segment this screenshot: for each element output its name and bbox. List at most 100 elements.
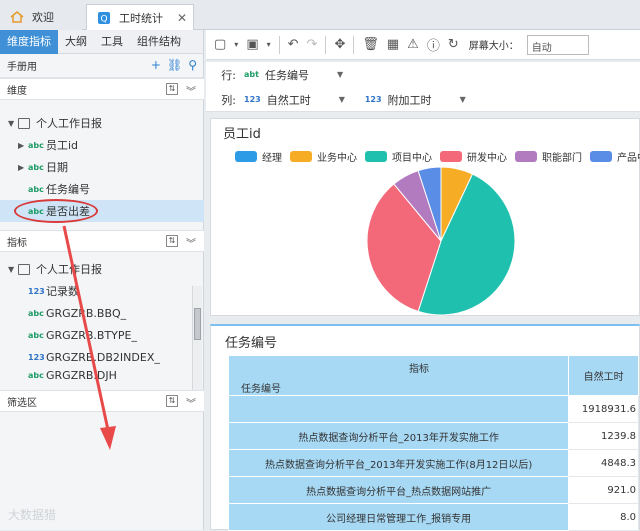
close-icon[interactable]: ✕ <box>177 11 187 25</box>
tree-folder-measure-root[interactable]: ▼ 个人工作日报 <box>0 258 204 280</box>
chevron-right-icon[interactable]: ▶ <box>18 163 28 172</box>
new-file-icon[interactable]: ▢ <box>214 37 226 52</box>
measure-scrollbar[interactable] <box>192 286 202 406</box>
tree-item-task-number[interactable]: abc 任务编号 <box>0 178 204 200</box>
zoom-select[interactable]: 自动 <box>526 34 589 55</box>
pie-chart-panel[interactable]: 员工id 经理业务中心项目中心研发中心职能部门产品中 <box>210 118 640 316</box>
sort-icon[interactable]: ⇅ <box>166 395 178 407</box>
tree-item-btype[interactable]: abc GRGZRB.BTYPE_ <box>0 324 204 346</box>
chevron-down-icon[interactable]: ▼ <box>8 265 18 274</box>
table-row[interactable]: 1918931.6 <box>227 395 639 423</box>
header-natural-hours[interactable]: 自然工时 <box>568 355 639 396</box>
legend-item[interactable]: 经理 <box>235 149 282 164</box>
text-type-icon: abt <box>244 70 259 79</box>
redo-icon[interactable]: ↷ <box>307 37 318 52</box>
warning-icon[interactable]: ⚠ <box>407 37 419 52</box>
collapse-icon[interactable]: ︾ <box>186 395 196 410</box>
row-natural-hours: 8.0 <box>568 503 639 531</box>
chevron-down-icon[interactable]: ▼ <box>339 95 345 104</box>
table-row[interactable]: 热点数据查询分析平台_2013年开发实施工作(8月12日以后) 4848.3 <box>227 449 639 477</box>
table-icon <box>18 263 30 275</box>
collapse-icon[interactable]: ︾ <box>186 235 196 250</box>
chart-title: 员工id <box>223 127 261 142</box>
toolbar-separator <box>325 35 327 54</box>
tab-welcome-label: 欢迎 <box>32 11 54 24</box>
save-icon[interactable]: ▣ <box>246 37 258 52</box>
refresh-icon[interactable]: ↻ <box>448 37 459 52</box>
manual-bar: 手册用 + ⛓ ⚲ <box>0 54 203 78</box>
tab-component-structure[interactable]: 组件结构 <box>130 30 188 54</box>
tree-folder-dimension-root[interactable]: ▼ 个人工作日报 <box>0 112 204 134</box>
scrollbar-thumb[interactable] <box>194 308 201 340</box>
layout-icon[interactable]: ▦ <box>387 37 399 52</box>
text-type-icon: abc <box>28 140 44 150</box>
tree-folder-label: 个人工作日报 <box>36 263 102 276</box>
dropdown-arrow-icon[interactable]: ▾ <box>267 40 271 49</box>
number-type-icon: 123 <box>244 95 261 104</box>
plugin-icon[interactable]: ✥ <box>334 37 345 52</box>
text-type-icon: abc <box>28 308 44 318</box>
table-row[interactable]: 公司经理日常管理工作_报销专用 8.0 <box>227 503 639 531</box>
pie-chart <box>366 166 516 316</box>
row-natural-hours: 921.0 <box>568 476 639 504</box>
collapse-icon[interactable]: ︾ <box>186 83 196 98</box>
tab-tools[interactable]: 工具 <box>94 30 130 54</box>
chevron-down-icon[interactable]: ▼ <box>460 95 466 104</box>
tree-item-label: GRGZRB.BBQ_ <box>46 306 127 320</box>
delete-icon[interactable]: 🗑 <box>362 37 379 52</box>
chevron-down-icon[interactable]: ▼ <box>8 119 18 128</box>
chevron-right-icon[interactable]: ▶ <box>18 141 28 150</box>
sort-icon[interactable]: ⇅ <box>166 83 178 95</box>
row-field-label: 任务编号 <box>264 68 309 82</box>
tab-dimension-measure[interactable]: 维度指标 <box>0 29 58 54</box>
chevron-down-icon[interactable]: ▼ <box>337 70 343 79</box>
row-task-name: 公司经理日常管理工作_报销专用 <box>227 503 570 531</box>
undo-icon[interactable]: ↶ <box>288 37 299 52</box>
dropdown-arrow-icon[interactable]: ▾ <box>234 40 238 49</box>
svg-text:Q: Q <box>100 14 107 24</box>
search-icon[interactable]: ⚲ <box>188 58 197 72</box>
row-task-name <box>227 395 570 423</box>
header-task-label: 任务编号 <box>241 384 281 395</box>
legend-item[interactable]: 业务中心 <box>290 149 357 164</box>
tab-worktime[interactable]: Q 工时统计 ✕ <box>86 4 194 30</box>
tree-item-record-count[interactable]: 123 记录数 <box>0 280 204 302</box>
number-type-icon: 123 <box>364 95 382 104</box>
text-type-icon: abc <box>28 162 44 172</box>
text-type-icon: abc <box>28 184 44 194</box>
column-field-chip-extra-hours[interactable]: 123 附加工时 ▼ <box>365 92 466 108</box>
table-panel[interactable]: 任务编号 指标 任务编号 自然工时 1918931.6 热点数据查询分析平台_20… <box>210 324 640 531</box>
column-field-chip-natural-hours[interactable]: 123 自然工时 ▼ <box>244 92 345 108</box>
header-measure-label: 指标 <box>409 364 429 375</box>
legend-item[interactable]: 职能部门 <box>515 149 582 164</box>
dimension-section-header: 维度 ⇅ ︾ <box>0 78 204 100</box>
link-icon[interactable]: ⛓ <box>167 58 182 72</box>
tab-welcome[interactable]: 欢迎 <box>0 4 82 30</box>
column-shelf-label: 列: <box>221 93 236 107</box>
tree-item-employee-id[interactable]: ▶ abc 员工id <box>0 134 204 156</box>
tree-item-date[interactable]: ▶ abc 日期 <box>0 156 204 178</box>
sort-icon[interactable]: ⇅ <box>166 235 178 247</box>
tree-item-db2index[interactable]: 123 GRGZRB.DB2INDEX_ <box>0 346 204 368</box>
row-shelf: 行: abt 任务编号 ▼ <box>206 62 640 87</box>
tree-item-djh[interactable]: abc GRGZRB.DJH <box>0 368 204 382</box>
info-icon[interactable]: ⓘ <box>427 35 440 54</box>
add-icon[interactable]: + <box>151 58 161 72</box>
table-row[interactable]: 热点数据查询分析平台_2013年开发实施工作 1239.8 <box>227 422 639 450</box>
row-task-name: 热点数据查询分析平台_2013年开发实施工作(8月12日以后) <box>227 449 570 477</box>
tab-outline[interactable]: 大纲 <box>58 30 94 54</box>
text-type-icon: abc <box>28 330 44 340</box>
column-field-label: 自然工时 <box>266 93 311 107</box>
legend-label: 产品中 <box>617 153 640 164</box>
number-type-icon: 123 <box>28 352 45 362</box>
toolbar-separator <box>353 35 355 54</box>
row-natural-hours: 1239.8 <box>568 422 639 450</box>
toolbar: ▢ ▾ ▣ ▾ ↶ ↷ ✥ 🗑 ▦ ⚠ ⓘ ↻ 屏幕大小： 自动 <box>206 30 640 60</box>
legend-swatch <box>590 151 612 162</box>
legend-item[interactable]: 产品中 <box>590 149 640 164</box>
table-row[interactable]: 热点数据查询分析平台_热点数据网站推广 921.0 <box>227 476 639 504</box>
row-field-chip[interactable]: abt 任务编号 ▼ <box>244 67 343 83</box>
legend-label: 业务中心 <box>317 153 357 164</box>
tree-item-bbq[interactable]: abc GRGZRB.BBQ_ <box>0 302 204 324</box>
watermark-text: 大数据猎 <box>8 508 57 522</box>
